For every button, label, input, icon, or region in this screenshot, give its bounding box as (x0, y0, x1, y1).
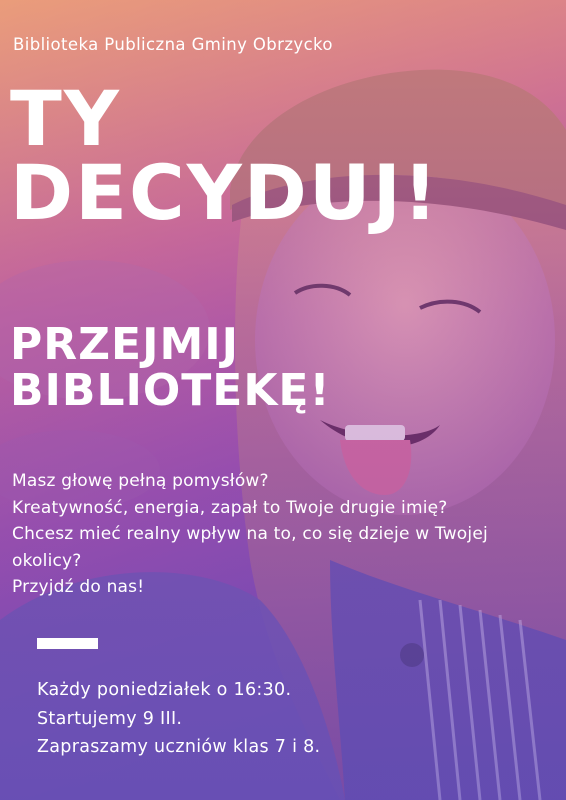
info-line: Każdy poniedziałek o 16:30. (37, 680, 292, 700)
headline: TY DECYDUJ! (10, 74, 440, 238)
info-line: Zapraszamy uczniów klas 7 i 8. (37, 737, 321, 757)
headline-line-1: TY (10, 74, 121, 163)
body-line: Kreatywność, energia, zapał to Twoje dru… (12, 497, 448, 518)
body-line: Chcesz mieć realny wpływ na to, co się d… (12, 524, 488, 571)
subheadline-line-1: PRZEJMIJ (10, 319, 239, 370)
divider (37, 638, 98, 649)
invitation-text: Masz głowę pełną pomysłów? Kreatywność, … (12, 468, 552, 601)
event-info: Każdy poniedziałek o 16:30. Startujemy 9… (37, 676, 320, 762)
body-line: Masz głowę pełną pomysłów? (12, 471, 269, 491)
subheadline: PRZEJMIJ BIBLIOTEKĘ! (10, 319, 331, 417)
body-line: Przyjdź do nas! (12, 577, 145, 597)
organization-name: Biblioteka Publiczna Gminy Obrzycko (13, 35, 333, 54)
headline-line-2: DECYDUJ! (10, 148, 440, 238)
poster: Biblioteka Publiczna Gminy Obrzycko TY D… (0, 0, 566, 800)
info-line: Startujemy 9 III. (37, 708, 183, 729)
subheadline-line-2: BIBLIOTEKĘ! (10, 365, 331, 417)
